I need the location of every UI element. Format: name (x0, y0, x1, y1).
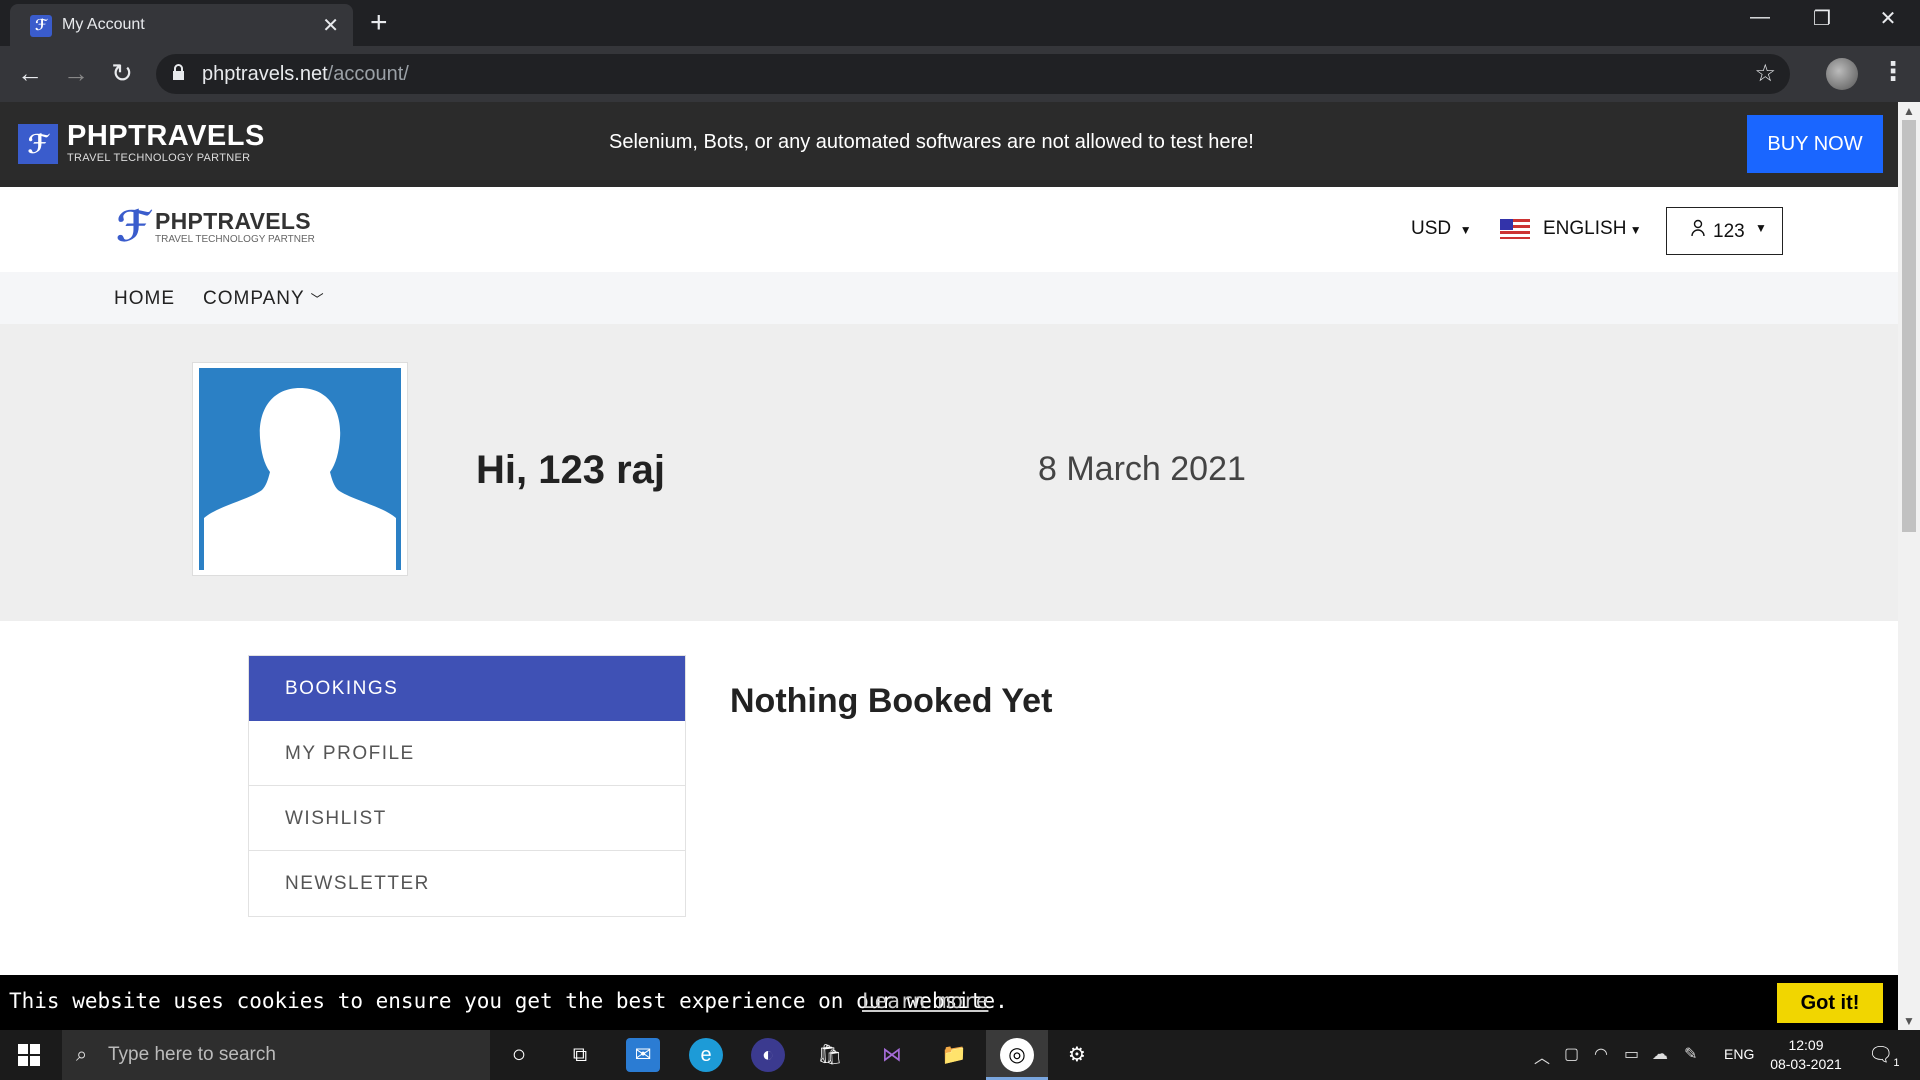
url-text: phptravels.net/account/ (202, 63, 409, 85)
avatar-frame (192, 362, 408, 576)
cookie-banner: This website uses cookies to ensure you … (0, 975, 1898, 1030)
wifi-icon[interactable]: ◠ (1594, 1044, 1608, 1064)
promo-message: Selenium, Bots, or any automated softwar… (609, 131, 1254, 153)
new-tab-icon[interactable]: + (370, 6, 388, 40)
user-label: 123 (1713, 221, 1745, 242)
lock-icon (173, 64, 184, 80)
notification-count: 1 (1893, 1057, 1900, 1069)
settings-gear-icon[interactable]: ⚙ (1060, 1038, 1094, 1072)
tray-chevron-up-icon[interactable]: ︿ (1534, 1044, 1550, 1068)
account-side-menu: BOOKINGS MY PROFILE WISHLIST NEWSLETTER (248, 655, 686, 917)
address-bar[interactable]: phptravels.net/account/ ☆ (156, 54, 1790, 94)
site-logo-tagline: TRAVEL TECHNOLOGY PARTNER (155, 234, 315, 245)
us-flag-icon (1500, 219, 1530, 239)
eclipse-icon[interactable]: ◐ (751, 1038, 785, 1072)
nav-company-label: COMPANY (203, 288, 305, 309)
nav-home[interactable]: HOME (114, 288, 175, 310)
minimize-icon[interactable]: — (1740, 6, 1780, 29)
bookmark-star-icon[interactable]: ☆ (1754, 59, 1776, 88)
clock-time: 12:09 (1788, 1037, 1824, 1053)
notification-center-icon[interactable]: 🗨1 (1868, 1042, 1900, 1069)
browser-tab[interactable]: ℱ My Account ✕ (10, 4, 353, 46)
taskbar-search-placeholder: Type here to search (108, 1044, 276, 1065)
chevron-down-icon: ﹀ (310, 292, 325, 307)
chrome-incognito-taskbar-item[interactable]: ◎ (986, 1030, 1048, 1080)
incognito-icon: ◎ (1000, 1038, 1034, 1072)
buy-now-button[interactable]: BUY NOW (1747, 115, 1883, 173)
tab-close-icon[interactable]: ✕ (322, 13, 339, 38)
account-hero: Hi, 123 raj 8 March 2021 (0, 324, 1898, 621)
site-header: ℱ PHPTRAVELS TRAVEL TECHNOLOGY PARTNER U… (0, 187, 1898, 272)
reload-icon[interactable]: ↻ (104, 58, 140, 88)
browser-menu-icon[interactable]: ⋮ (1880, 56, 1906, 87)
currency-label: USD (1411, 218, 1452, 239)
currency-dropdown[interactable]: USD ▼ (1411, 218, 1472, 240)
edge-browser-icon[interactable]: e (689, 1038, 723, 1072)
file-explorer-icon[interactable]: 📁 (937, 1038, 971, 1072)
promo-logo-tagline: TRAVEL TECHNOLOGY PARTNER (67, 152, 251, 164)
pen-icon[interactable]: ✎ (1684, 1044, 1697, 1064)
restore-icon[interactable]: ❐ (1802, 6, 1842, 31)
browser-profile-avatar[interactable] (1826, 58, 1858, 90)
cortana-icon[interactable]: ○ (502, 1038, 536, 1072)
default-user-silhouette-icon (204, 388, 396, 570)
caret-down-icon: ▼ (1755, 221, 1767, 235)
cookie-learn-more-link[interactable]: Learn more (862, 989, 988, 1013)
web-page: ℱ PHPTRAVELS TRAVEL TECHNOLOGY PARTNER S… (0, 102, 1898, 1030)
tab-title: My Account (62, 16, 145, 33)
site-favicon-icon: ℱ (30, 15, 52, 37)
cookie-accept-button[interactable]: Got it! (1777, 983, 1883, 1023)
battery-icon[interactable]: ▭ (1624, 1044, 1639, 1064)
side-menu-my-profile[interactable]: MY PROFILE (249, 721, 685, 786)
page-scrollbar[interactable]: ▲ ▼ (1898, 102, 1920, 1030)
taskbar-clock[interactable]: 12:09 08-03-2021 (1766, 1036, 1846, 1074)
main-nav: HOME COMPANY ﹀ (0, 272, 1898, 324)
language-label: ENGLISH (1543, 218, 1627, 239)
browser-tab-bar: ℱ My Account ✕ + — ❐ ✕ (0, 0, 1920, 46)
promo-logo-icon[interactable]: ℱ (18, 124, 58, 164)
side-menu-newsletter[interactable]: NEWSLETTER (249, 851, 685, 916)
site-logo-icon[interactable]: ℱ (116, 206, 150, 248)
greeting: Hi, 123 raj (476, 448, 666, 492)
task-view-icon[interactable]: ⧉ (563, 1038, 597, 1072)
promo-bar: ℱ PHPTRAVELS TRAVEL TECHNOLOGY PARTNER S… (0, 102, 1898, 187)
empty-bookings-message: Nothing Booked Yet (730, 682, 1053, 720)
input-language[interactable]: ENG (1724, 1046, 1754, 1062)
windows-taskbar: ⌕ Type here to search ○ ⧉ ✉ e ◐ 🛍 ⋈ 📁 ◎ … (0, 1030, 1920, 1080)
scroll-up-icon[interactable]: ▲ (1903, 104, 1915, 118)
meet-now-icon[interactable]: ▢ (1564, 1044, 1579, 1064)
scroll-down-icon[interactable]: ▼ (1903, 1014, 1915, 1028)
forward-icon[interactable]: → (58, 58, 94, 88)
visual-studio-icon[interactable]: ⋈ (875, 1038, 909, 1072)
side-menu-bookings[interactable]: BOOKINGS (249, 656, 685, 721)
side-menu-wishlist[interactable]: WISHLIST (249, 786, 685, 851)
caret-down-icon: ▼ (1456, 223, 1472, 237)
taskbar-search-box[interactable]: ⌕ Type here to search (62, 1030, 490, 1080)
avatar (199, 368, 401, 570)
windows-start-icon[interactable] (18, 1044, 40, 1066)
window-close-icon[interactable]: ✕ (1868, 6, 1908, 31)
back-icon[interactable]: ← (12, 58, 48, 88)
mail-icon[interactable]: ✉ (626, 1038, 660, 1072)
site-logo-name[interactable]: PHPTRAVELS (155, 208, 311, 235)
user-icon (1691, 219, 1705, 237)
caret-down-icon: ▼ (1626, 223, 1642, 237)
promo-logo-name: PHPTRAVELS (67, 120, 265, 152)
cookie-message: This website uses cookies to ensure you … (9, 989, 1008, 1013)
onedrive-cloud-icon[interactable]: ☁ (1652, 1044, 1668, 1064)
nav-company[interactable]: COMPANY ﹀ (203, 288, 325, 310)
user-account-dropdown[interactable]: 123 ▼ (1666, 207, 1783, 255)
current-date: 8 March 2021 (1038, 450, 1246, 488)
store-icon[interactable]: 🛍 (813, 1038, 847, 1072)
browser-toolbar: ← → ↻ phptravels.net/account/ ☆ ⋮ (0, 46, 1920, 102)
clock-date: 08-03-2021 (1770, 1056, 1842, 1072)
scrollbar-thumb[interactable] (1902, 120, 1916, 532)
search-icon: ⌕ (76, 1044, 88, 1066)
